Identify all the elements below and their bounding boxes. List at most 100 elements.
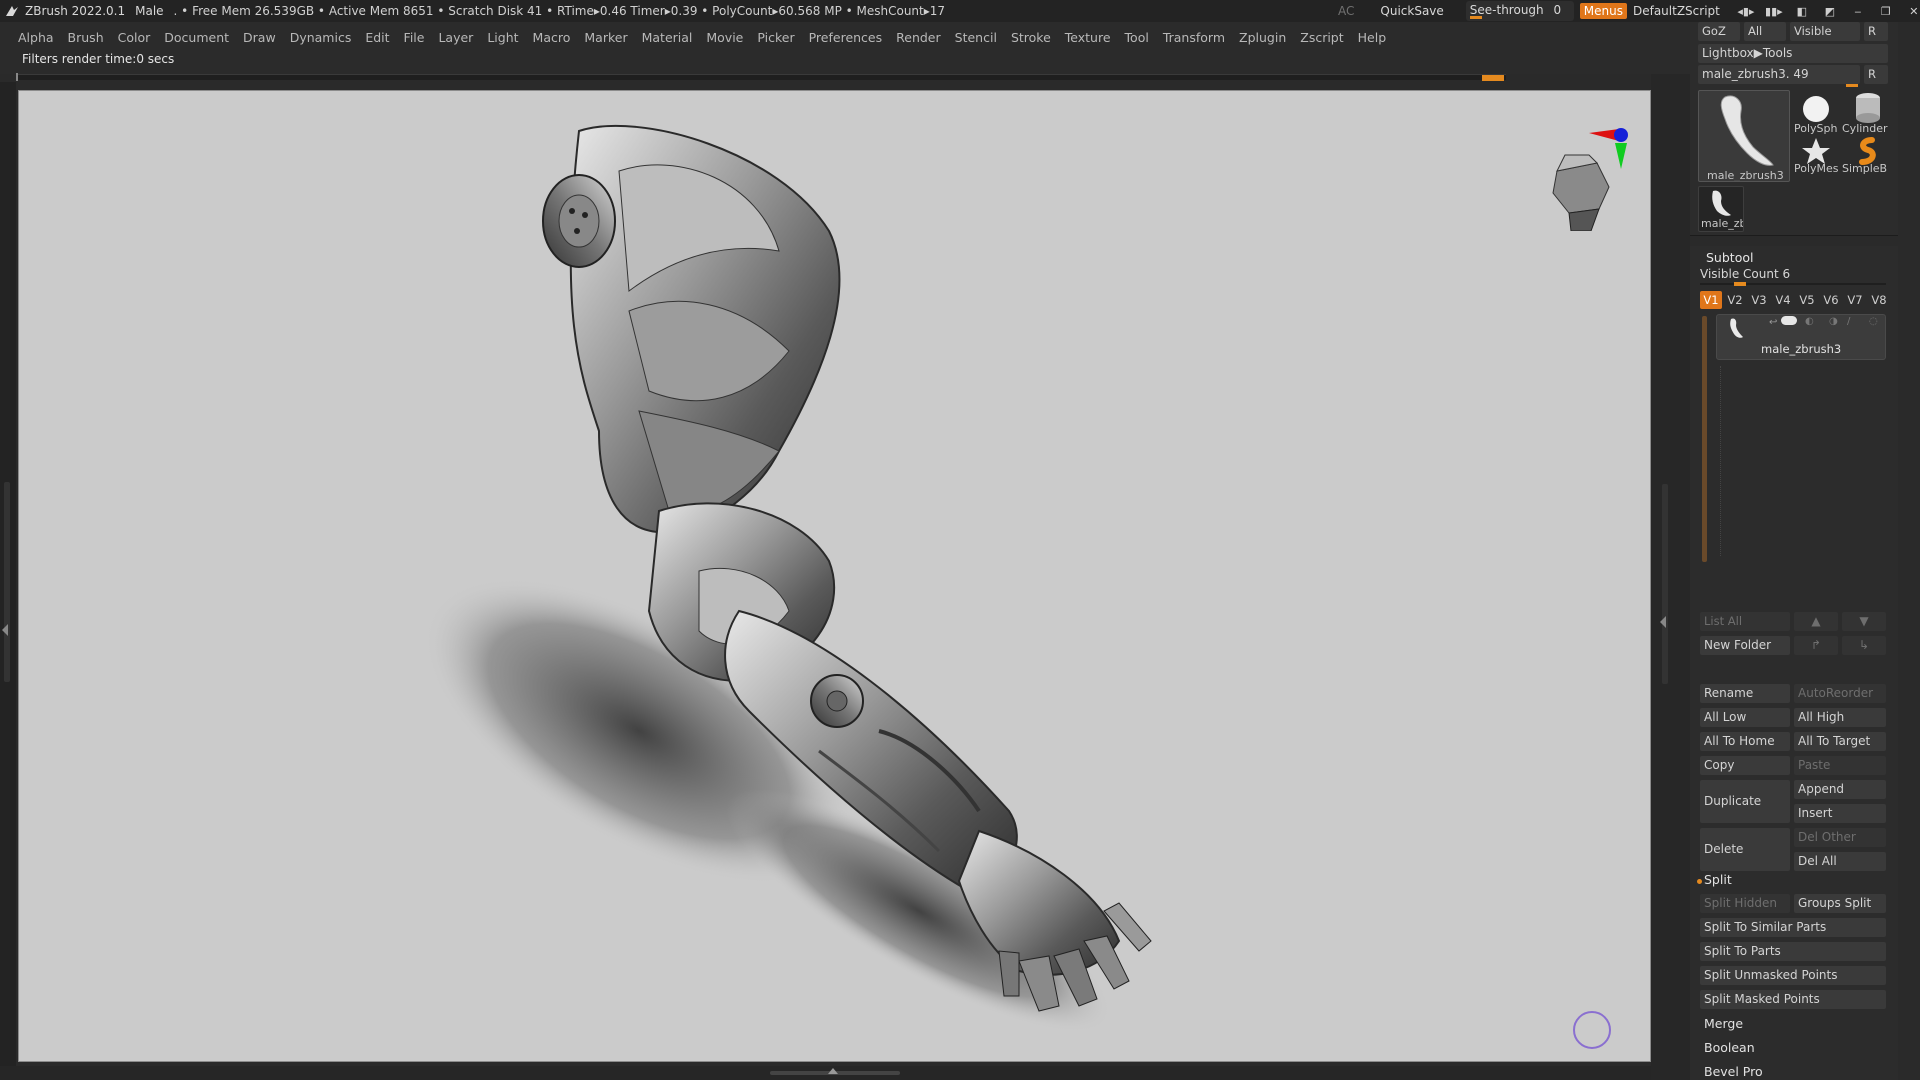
ac-button[interactable]: AC [1338, 4, 1354, 18]
goz-all-button[interactable]: All [1744, 22, 1786, 41]
folder-in-icon[interactable]: ↱ [1794, 636, 1838, 655]
color-swap-icon[interactable]: ◩ [1822, 4, 1838, 18]
tool-thumb-simplebrush[interactable]: SimpleB [1842, 136, 1890, 176]
ui-layout-icon[interactable]: ◧ [1794, 4, 1810, 18]
subtool-settings-icon[interactable]: ◌ [1869, 316, 1878, 327]
tool-thumb-cylinder[interactable]: Cylinder [1842, 90, 1890, 135]
restore-icon[interactable]: ❐ [1878, 4, 1894, 18]
menu-texture[interactable]: Texture [1065, 30, 1111, 45]
visible-count-knob[interactable] [1734, 282, 1746, 286]
goz-visible-button[interactable]: Visible [1790, 22, 1860, 41]
menu-tool[interactable]: Tool [1125, 30, 1149, 45]
subtool-mode-icon[interactable]: ◑ [1829, 316, 1838, 327]
left-dock-handle[interactable] [4, 482, 10, 682]
split-unmasked-points-button[interactable]: Split Unmasked Points [1700, 966, 1886, 985]
layout-switch-icon-2[interactable]: ▮▮▸ [1765, 4, 1783, 18]
version-v2-button[interactable]: V2 [1724, 291, 1746, 309]
tool-thumb-male-zbrush3[interactable]: male_zbrush3 [1698, 90, 1790, 182]
menu-file[interactable]: File [404, 30, 425, 45]
menu-edit[interactable]: Edit [365, 30, 389, 45]
visible-count-track[interactable] [1700, 283, 1886, 285]
menu-document[interactable]: Document [164, 30, 229, 45]
navigation-gizmo[interactable] [1509, 121, 1629, 231]
version-v4-button[interactable]: V4 [1772, 291, 1794, 309]
current-tool-r-button[interactable]: R [1864, 65, 1888, 84]
subtool-visibility-icon[interactable] [1781, 316, 1797, 325]
subtool-eye-icon[interactable]: ◐ [1805, 316, 1814, 327]
robot-arm-model[interactable] [19, 91, 1651, 1062]
default-zscript-button[interactable]: DefaultZScript [1633, 4, 1720, 18]
subtool-list-item[interactable]: ↩ ◐ ◑ / ◌ male_zbrush3 [1716, 314, 1886, 360]
new-folder-button[interactable]: New Folder [1700, 636, 1790, 655]
subtool-polyfill-icon[interactable]: ↩ [1769, 317, 1777, 328]
del-other-button[interactable]: Del Other [1794, 828, 1886, 847]
menu-marker[interactable]: Marker [584, 30, 627, 45]
menu-zplugin[interactable]: Zplugin [1239, 30, 1286, 45]
subtool-brush-icon[interactable]: / [1847, 316, 1850, 327]
split-hidden-button[interactable]: Split Hidden [1700, 894, 1790, 913]
left-dock-expand-icon[interactable] [2, 624, 8, 636]
split-masked-points-button[interactable]: Split Masked Points [1700, 990, 1886, 1009]
bevel-pro-section-header[interactable]: Bevel Pro [1704, 1064, 1763, 1079]
right-dock-handle[interactable] [1662, 484, 1668, 684]
subtool-title[interactable]: Subtool [1706, 250, 1753, 265]
menu-render[interactable]: Render [896, 30, 941, 45]
menus-toggle-button[interactable]: Menus [1579, 3, 1627, 19]
see-through-knob[interactable] [1469, 16, 1482, 19]
menu-stroke[interactable]: Stroke [1011, 30, 1051, 45]
menu-brush[interactable]: Brush [68, 30, 104, 45]
menu-zscript[interactable]: Zscript [1300, 30, 1343, 45]
version-v8-button[interactable]: V8 [1868, 291, 1890, 309]
del-all-button[interactable]: Del All [1794, 852, 1886, 871]
document-canvas[interactable] [18, 90, 1651, 1062]
version-v6-button[interactable]: V6 [1820, 291, 1842, 309]
menu-light[interactable]: Light [487, 30, 518, 45]
autoreorder-button[interactable]: AutoReorder [1794, 684, 1886, 703]
menu-movie[interactable]: Movie [706, 30, 743, 45]
rename-button[interactable]: Rename [1700, 684, 1790, 703]
menu-color[interactable]: Color [118, 30, 151, 45]
menu-transform[interactable]: Transform [1163, 30, 1225, 45]
goz-r-button[interactable]: R [1864, 22, 1888, 41]
list-all-button[interactable]: List All [1700, 612, 1790, 631]
menu-macro[interactable]: Macro [533, 30, 571, 45]
quicksave-button[interactable]: QuickSave [1380, 4, 1443, 18]
right-dock-expand-icon[interactable] [1660, 616, 1666, 628]
lightbox-tools-button[interactable]: Lightbox▶Tools [1698, 44, 1888, 63]
menu-draw[interactable]: Draw [243, 30, 276, 45]
duplicate-button[interactable]: Duplicate [1700, 780, 1790, 823]
version-v7-button[interactable]: V7 [1844, 291, 1866, 309]
menu-layer[interactable]: Layer [438, 30, 473, 45]
all-to-home-button[interactable]: All To Home [1700, 732, 1790, 751]
move-up-icon[interactable]: ▲ [1794, 612, 1838, 631]
folder-out-icon[interactable]: ↳ [1842, 636, 1886, 655]
minimize-icon[interactable]: ‒ [1850, 4, 1866, 18]
move-down-icon[interactable]: ▼ [1842, 612, 1886, 631]
menu-dynamics[interactable]: Dynamics [290, 30, 352, 45]
goz-button[interactable]: GoZ [1698, 22, 1740, 41]
delete-button[interactable]: Delete [1700, 828, 1790, 871]
timeline-marker[interactable] [1482, 75, 1504, 81]
menu-preferences[interactable]: Preferences [809, 30, 883, 45]
timeline-track[interactable] [16, 73, 1506, 81]
layout-switch-icon[interactable]: ◂▮▸ [1737, 4, 1754, 18]
version-v5-button[interactable]: V5 [1796, 291, 1818, 309]
tool-thumb-male-zb-small[interactable]: male_zb [1698, 186, 1744, 232]
menu-help[interactable]: Help [1358, 30, 1387, 45]
all-high-button[interactable]: All High [1794, 708, 1886, 727]
insert-button[interactable]: Insert [1794, 804, 1886, 823]
menu-alpha[interactable]: Alpha [18, 30, 54, 45]
see-through-slider[interactable]: See-through 0 [1465, 1, 1574, 21]
all-low-button[interactable]: All Low [1700, 708, 1790, 727]
bottom-shelf-expand-icon[interactable] [828, 1068, 838, 1074]
menu-picker[interactable]: Picker [757, 30, 794, 45]
append-button[interactable]: Append [1794, 780, 1886, 799]
split-to-similar-parts-button[interactable]: Split To Similar Parts [1700, 918, 1886, 937]
merge-section-header[interactable]: Merge [1704, 1016, 1743, 1031]
all-to-target-button[interactable]: All To Target [1794, 732, 1886, 751]
split-to-parts-button[interactable]: Split To Parts [1700, 942, 1886, 961]
version-v1-button[interactable]: V1 [1700, 291, 1722, 309]
subtool-list-scrollbar[interactable] [1702, 316, 1707, 562]
version-v3-button[interactable]: V3 [1748, 291, 1770, 309]
paste-button[interactable]: Paste [1794, 756, 1886, 775]
